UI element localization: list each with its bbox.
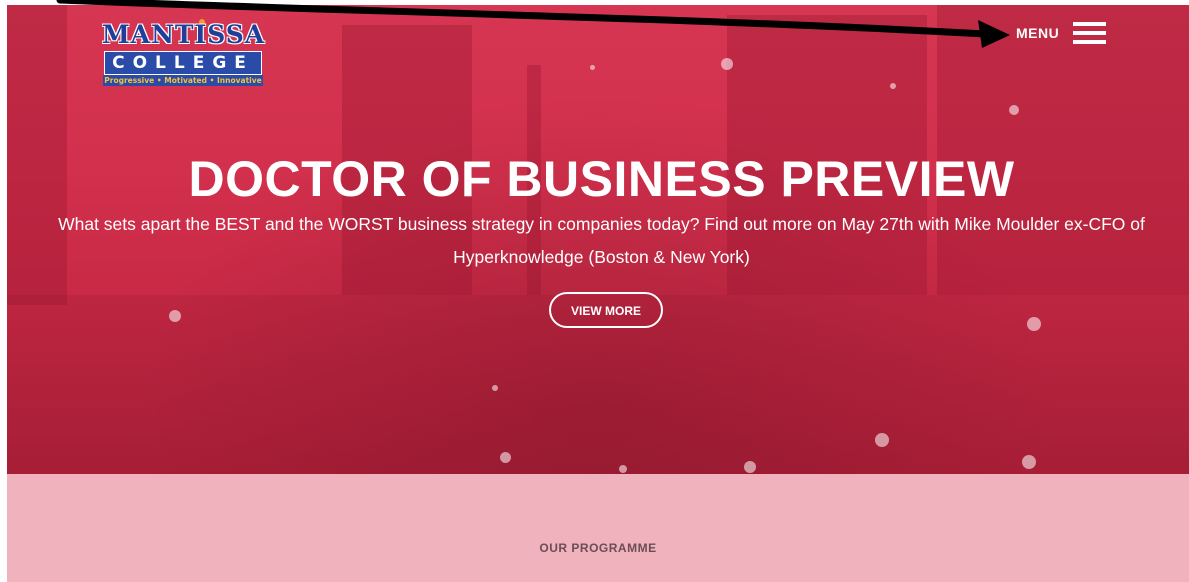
hamburger-icon — [1073, 22, 1107, 44]
logo-name-top: MANTISSA — [102, 20, 266, 49]
particle — [1022, 455, 1036, 469]
particle — [169, 310, 181, 322]
particle — [744, 461, 756, 473]
programme-section: OUR PROGRAMME — [7, 474, 1189, 582]
particle — [1009, 105, 1019, 115]
view-more-button[interactable]: VIEW MORE — [549, 292, 663, 328]
particle — [619, 465, 627, 473]
particle — [890, 83, 896, 89]
menu-label: MENU — [1016, 25, 1060, 41]
particle — [875, 433, 889, 447]
logo-name-bottom: COLLEGE — [104, 51, 262, 75]
hero-subtitle: What sets apart the BEST and the WORST b… — [58, 214, 1145, 267]
particle — [721, 58, 733, 70]
hero-title: DOCTOR OF BUSINESS PREVIEW — [188, 151, 1015, 207]
menu-button[interactable]: MENU — [1016, 20, 1107, 46]
particle — [492, 385, 498, 391]
logo-tagline: Progressive • Motivated • Innovative — [103, 75, 263, 86]
programme-heading: OUR PROGRAMME — [539, 541, 657, 555]
page: MANTISSA COLLEGE Progressive • Motivated… — [0, 0, 1189, 582]
particle — [1027, 317, 1041, 331]
particle — [500, 452, 511, 463]
hero-banner: MANTISSA COLLEGE Progressive • Motivated… — [7, 5, 1189, 474]
particle — [590, 65, 595, 70]
college-logo[interactable]: MANTISSA COLLEGE Progressive • Motivated… — [95, 15, 271, 89]
